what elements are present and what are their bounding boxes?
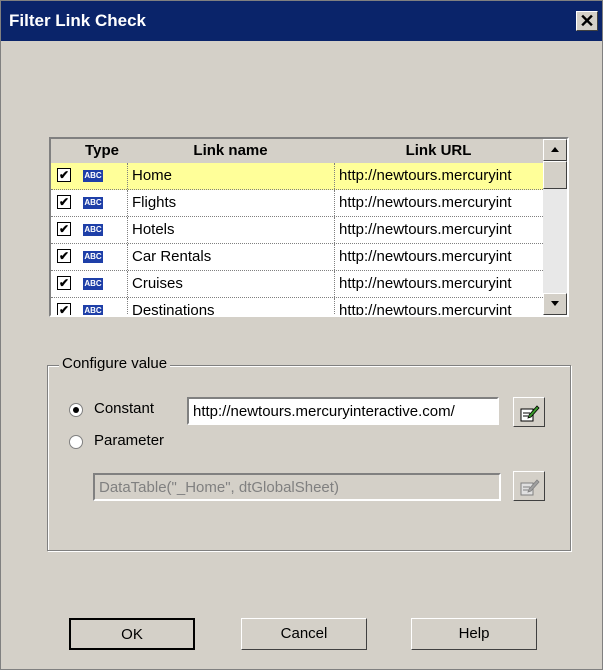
table-row[interactable]: ✔ ABC Destinations http://newtours.mercuryi…	[51, 298, 543, 315]
row-link-name[interactable]: Cruises	[127, 271, 334, 297]
row-type-cell: ABC	[77, 271, 127, 297]
row-link-url[interactable]: http://newtours.mercuryint	[334, 298, 543, 315]
constant-radio[interactable]	[69, 403, 83, 417]
edit-pencil-icon	[520, 479, 540, 496]
parameter-radio[interactable]	[69, 435, 83, 449]
edit-pencil-icon	[520, 405, 540, 422]
parameter-value-input[interactable]	[93, 473, 501, 501]
row-link-name[interactable]: Flights	[127, 190, 334, 216]
row-checkbox[interactable]: ✔	[57, 276, 71, 290]
arrow-up-icon	[551, 147, 559, 152]
row-type-cell: ABC	[77, 163, 127, 189]
configure-value-label: Configure value	[59, 355, 171, 372]
row-checkbox-cell[interactable]: ✔	[51, 190, 77, 216]
row-checkbox[interactable]: ✔	[57, 195, 71, 209]
text-link-type-icon: ABC	[83, 278, 103, 290]
links-table[interactable]: Type Link name Link URL ✔ ABC Home http://n…	[49, 137, 569, 317]
row-checkbox-cell[interactable]: ✔	[51, 163, 77, 189]
row-checkbox-cell[interactable]: ✔	[51, 298, 77, 315]
row-checkbox[interactable]: ✔	[57, 249, 71, 263]
table-row[interactable]: ✔ ABC Cruises http://newtours.mercuryint	[51, 271, 543, 298]
text-link-type-icon: ABC	[83, 170, 103, 182]
column-header-type[interactable]: Type	[77, 139, 127, 163]
row-checkbox-cell[interactable]: ✔	[51, 244, 77, 270]
row-link-url[interactable]: http://newtours.mercuryint	[334, 217, 543, 243]
help-button[interactable]: Help	[411, 618, 537, 650]
scroll-up-button[interactable]	[543, 139, 567, 161]
row-checkbox[interactable]: ✔	[57, 222, 71, 236]
radio-selected-dot	[73, 407, 79, 413]
column-header-select[interactable]	[51, 139, 77, 163]
row-link-url[interactable]: http://newtours.mercuryint	[334, 271, 543, 297]
title-bar[interactable]: Filter Link Check ✕	[1, 1, 602, 41]
close-icon: ✕	[579, 11, 595, 31]
column-header-link-name[interactable]: Link name	[127, 139, 334, 163]
arrow-down-icon	[551, 301, 559, 306]
dialog-title: Filter Link Check	[9, 11, 146, 30]
row-link-name[interactable]: Home	[127, 163, 334, 189]
table-row[interactable]: ✔ ABC Hotels http://newtours.mercuryint	[51, 217, 543, 244]
table-row[interactable]: ✔ ABC Car Rentals http://newtours.mercuryin…	[51, 244, 543, 271]
text-link-type-icon: ABC	[83, 305, 103, 315]
constant-edit-button[interactable]	[513, 397, 545, 427]
text-link-type-icon: ABC	[83, 224, 103, 236]
close-button[interactable]: ✕	[576, 11, 598, 31]
row-link-name[interactable]: Car Rentals	[127, 244, 334, 270]
row-checkbox-cell[interactable]: ✔	[51, 271, 77, 297]
text-link-type-icon: ABC	[83, 197, 103, 209]
row-type-cell: ABC	[77, 298, 127, 315]
ok-button[interactable]: OK	[69, 618, 195, 650]
row-checkbox-cell[interactable]: ✔	[51, 217, 77, 243]
row-type-cell: ABC	[77, 217, 127, 243]
table-row[interactable]: ✔ ABC Flights http://newtours.mercuryint	[51, 190, 543, 217]
table-row[interactable]: ✔ ABC Home http://newtours.mercuryint	[51, 163, 543, 190]
constant-label[interactable]: Constant	[94, 400, 154, 417]
column-header-link-url[interactable]: Link URL	[334, 139, 543, 163]
row-link-name[interactable]: Hotels	[127, 217, 334, 243]
row-type-cell: ABC	[77, 190, 127, 216]
row-link-url[interactable]: http://newtours.mercuryint	[334, 190, 543, 216]
parameter-label[interactable]: Parameter	[94, 432, 164, 449]
vertical-scrollbar[interactable]	[543, 139, 567, 315]
row-link-name[interactable]: Destinations	[127, 298, 334, 315]
constant-value-input[interactable]	[187, 397, 499, 425]
row-link-url[interactable]: http://newtours.mercuryint	[334, 163, 543, 189]
dialog-window: Filter Link Check ✕ Type Link name Link …	[0, 0, 603, 670]
row-checkbox[interactable]: ✔	[57, 303, 71, 315]
row-link-url[interactable]: http://newtours.mercuryint	[334, 244, 543, 270]
table-header: Type Link name Link URL	[51, 139, 543, 163]
table-body: ✔ ABC Home http://newtours.mercuryint ✔ ABC Fl…	[51, 163, 543, 315]
row-checkbox[interactable]: ✔	[57, 168, 71, 182]
scroll-thumb[interactable]	[543, 161, 567, 189]
configure-value-group	[47, 365, 571, 551]
cancel-button[interactable]: Cancel	[241, 618, 367, 650]
text-link-type-icon: ABC	[83, 251, 103, 263]
row-type-cell: ABC	[77, 244, 127, 270]
parameter-edit-button[interactable]	[513, 471, 545, 501]
scroll-down-button[interactable]	[543, 293, 567, 315]
